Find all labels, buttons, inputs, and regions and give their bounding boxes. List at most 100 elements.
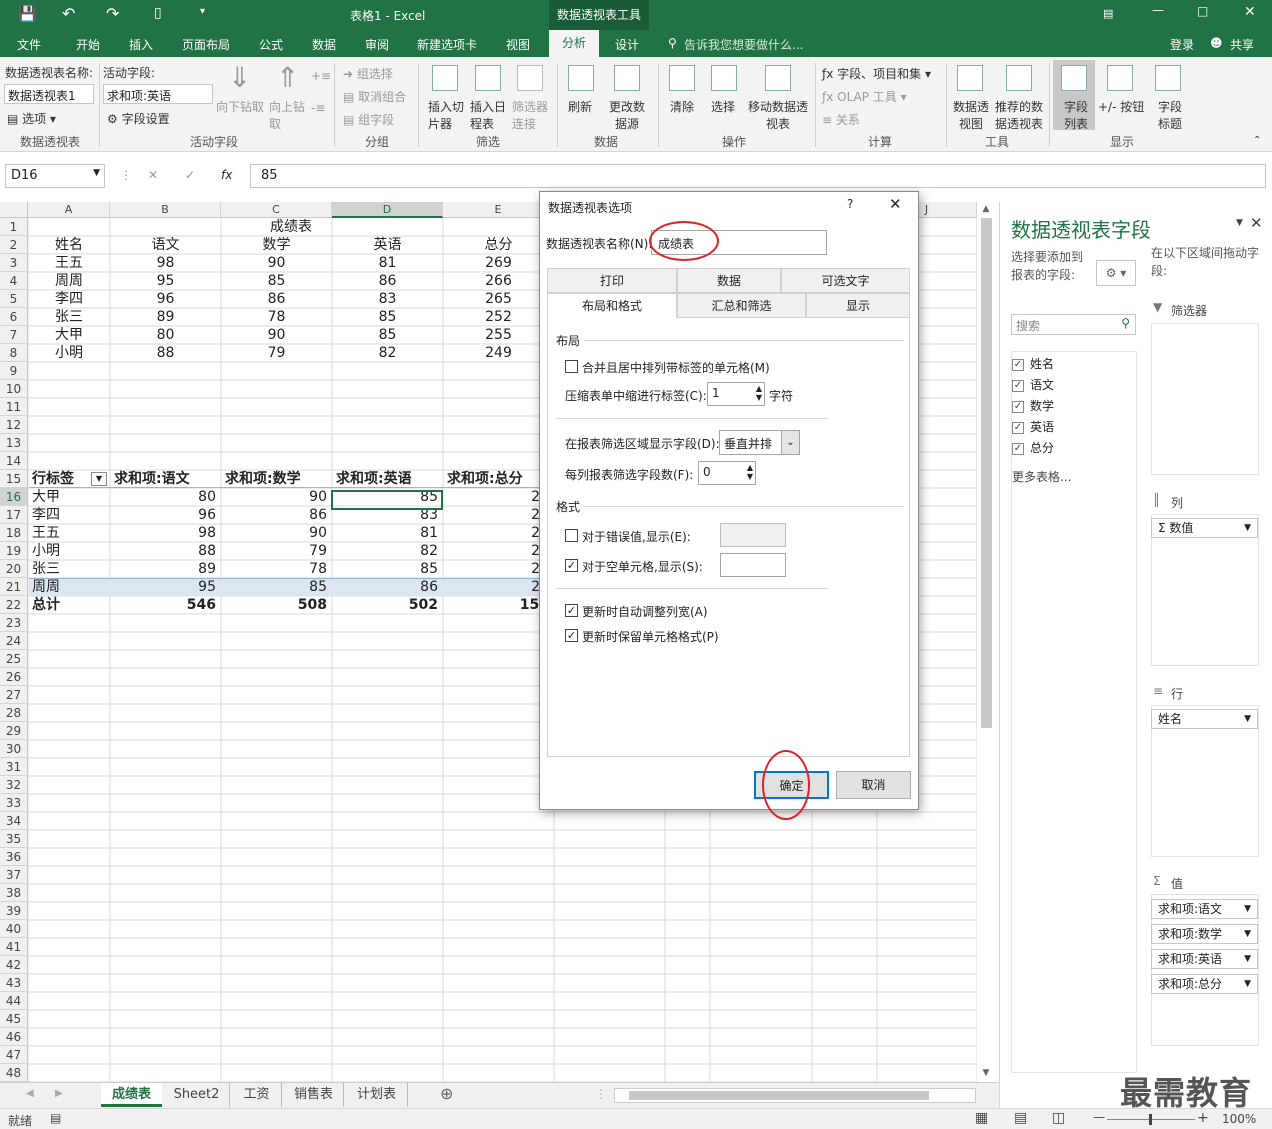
row-header[interactable]: 29 <box>0 722 28 740</box>
cancel-button[interactable]: 取消 <box>836 771 911 799</box>
row-header[interactable]: 34 <box>0 812 28 830</box>
cell[interactable]: 80 <box>111 488 220 506</box>
field-checkbox[interactable]: ✓ <box>1012 442 1024 455</box>
options-button[interactable]: ▤ 选项 ▾ <box>7 110 56 127</box>
enter-icon[interactable]: ✓ <box>185 168 195 182</box>
insert-timeline-button[interactable]: 插入日程表 <box>470 98 506 132</box>
cell[interactable]: 86 <box>222 506 331 524</box>
select-button[interactable]: 选择 <box>711 98 735 115</box>
expand-icon[interactable]: +≡ <box>311 69 331 83</box>
fields-items-button[interactable]: ƒx 字段、项目和集 ▾ <box>822 65 931 82</box>
function-icon[interactable]: fx <box>221 168 232 182</box>
dropdown-arrow-icon[interactable]: ▼ <box>1244 925 1251 943</box>
cell[interactable]: 82 <box>333 344 442 362</box>
row-header[interactable]: 40 <box>0 920 28 938</box>
filter-count-spinner[interactable]: 0 ▲ ▼ <box>698 461 756 485</box>
cell[interactable]: 86 <box>333 578 442 596</box>
merge-checkbox[interactable] <box>565 360 578 373</box>
cell[interactable]: 269 <box>444 254 553 272</box>
maximize-icon[interactable]: □ <box>1197 4 1208 18</box>
minimize-icon[interactable]: — <box>1152 3 1164 17</box>
tab-design[interactable]: 设计 <box>615 36 639 53</box>
relations-button[interactable]: ≡ 关系 <box>822 111 860 128</box>
sheet-tab-sales[interactable]: 销售表 <box>284 1083 344 1107</box>
row-header[interactable]: 26 <box>0 668 28 686</box>
cell[interactable]: 数学 <box>222 236 331 254</box>
cell[interactable]: 95 <box>111 272 220 290</box>
name-box[interactable]: D16 ▼ <box>5 164 105 188</box>
field-checkbox[interactable]: ✓ <box>1012 358 1024 371</box>
gear-icon[interactable]: ⚙ ▾ <box>1096 260 1136 286</box>
value-item-math[interactable]: 求和项:数学 ▼ <box>1151 924 1258 944</box>
row-header[interactable]: 6 <box>0 308 28 326</box>
tab-home[interactable]: 开始 <box>76 36 100 53</box>
pane-options-icon[interactable]: ▼ <box>1236 218 1243 228</box>
dropdown-arrow-icon[interactable]: ▼ <box>1244 519 1251 537</box>
cell[interactable]: 25 <box>444 560 553 578</box>
tab-file[interactable]: 文件 <box>17 36 41 53</box>
autofit-checkbox[interactable]: ✓ <box>565 604 578 617</box>
row-header[interactable]: 22 <box>0 596 28 614</box>
error-value-input[interactable] <box>720 523 786 547</box>
field-checkbox[interactable]: ✓ <box>1012 400 1024 413</box>
cell[interactable]: 508 <box>222 596 331 614</box>
row-header[interactable]: 31 <box>0 758 28 776</box>
row-header[interactable]: 32 <box>0 776 28 794</box>
pivot-header[interactable]: 求和项:英语 <box>333 470 442 488</box>
field-checkbox[interactable]: ✓ <box>1012 421 1024 434</box>
pivot-header[interactable]: 求和项:数学 <box>222 470 331 488</box>
cell[interactable]: 小明 <box>29 344 109 362</box>
tab-new[interactable]: 新建选项卡 <box>417 36 477 53</box>
group-selection-button[interactable]: ➜ 组选择 <box>343 65 393 82</box>
row-header[interactable]: 28 <box>0 704 28 722</box>
tab-formulas[interactable]: 公式 <box>259 36 283 53</box>
row-header[interactable]: 19 <box>0 542 28 560</box>
field-settings-button[interactable]: ⚙ 字段设置 <box>107 110 170 127</box>
row-header[interactable]: 37 <box>0 866 28 884</box>
column-header[interactable]: D <box>332 202 443 218</box>
name-box-arrow-icon[interactable]: ▼ <box>93 168 100 178</box>
vertical-scroll-thumb[interactable] <box>981 218 992 728</box>
dropdown-arrow-icon[interactable]: ▼ <box>1244 950 1251 968</box>
field-list-button[interactable]: 字段列表 <box>1062 98 1090 132</box>
row-header[interactable]: 7 <box>0 326 28 344</box>
row-header[interactable]: 2 <box>0 236 28 254</box>
tab-insert[interactable]: 插入 <box>129 36 153 53</box>
tab-view[interactable]: 视图 <box>506 36 530 53</box>
cell[interactable]: 155 <box>444 596 553 614</box>
filters-drop-zone[interactable] <box>1151 323 1259 475</box>
row-header[interactable]: 5 <box>0 290 28 308</box>
row-header[interactable]: 47 <box>0 1046 28 1064</box>
cell[interactable]: 24 <box>444 542 553 560</box>
row-item-name[interactable]: 姓名 ▼ <box>1151 709 1258 729</box>
tab-data[interactable]: 数据 <box>677 268 781 293</box>
cell[interactable]: 25 <box>444 488 553 506</box>
cell[interactable]: 81 <box>333 524 442 542</box>
tell-me-input[interactable]: 告诉我您想要做什么... <box>684 36 803 53</box>
field-search-input[interactable]: 搜索 ⚲ <box>1011 314 1136 335</box>
cell[interactable]: 85 <box>222 578 331 596</box>
change-source-button[interactable]: 更改数据源 <box>604 98 650 132</box>
row-header[interactable]: 36 <box>0 848 28 866</box>
row-header[interactable]: 48 <box>0 1064 28 1082</box>
ungroup-button[interactable]: ▤ 取消组合 <box>343 88 406 105</box>
cell[interactable]: 语文 <box>111 236 220 254</box>
row-header[interactable]: 16 <box>0 488 28 506</box>
scroll-up-icon[interactable]: ▲ <box>979 204 993 216</box>
filter-connections-button[interactable]: 筛选器连接 <box>512 98 548 132</box>
cell[interactable]: 90 <box>222 488 331 506</box>
cell[interactable]: 81 <box>333 254 442 272</box>
cell[interactable]: 79 <box>222 344 331 362</box>
field-item-total[interactable]: ✓ 总分 <box>1012 439 1054 456</box>
dialog-close-icon[interactable]: ✕ <box>889 195 902 213</box>
tab-analyze[interactable]: 分析 <box>549 30 599 57</box>
save-icon[interactable]: 💾 <box>18 5 37 23</box>
cell[interactable]: 266 <box>444 272 553 290</box>
field-item-math[interactable]: ✓ 数学 <box>1012 397 1054 414</box>
indent-spinner[interactable]: 1 ▲ ▼ <box>707 382 765 406</box>
cell[interactable]: 95 <box>111 578 220 596</box>
empty-cell-input[interactable] <box>720 553 786 577</box>
row-header[interactable]: 38 <box>0 884 28 902</box>
row-header[interactable]: 30 <box>0 740 28 758</box>
row-header[interactable]: 18 <box>0 524 28 542</box>
